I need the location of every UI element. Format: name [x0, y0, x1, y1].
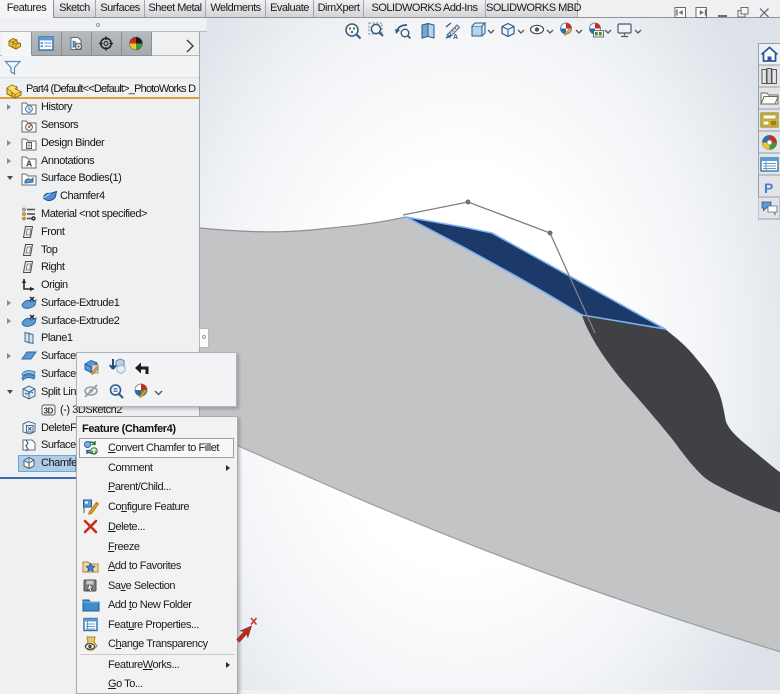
svg-text:P: P — [764, 180, 773, 196]
svg-text:A: A — [26, 159, 32, 169]
svg-text:3D: 3D — [44, 407, 54, 416]
svg-text:A: A — [453, 34, 458, 41]
